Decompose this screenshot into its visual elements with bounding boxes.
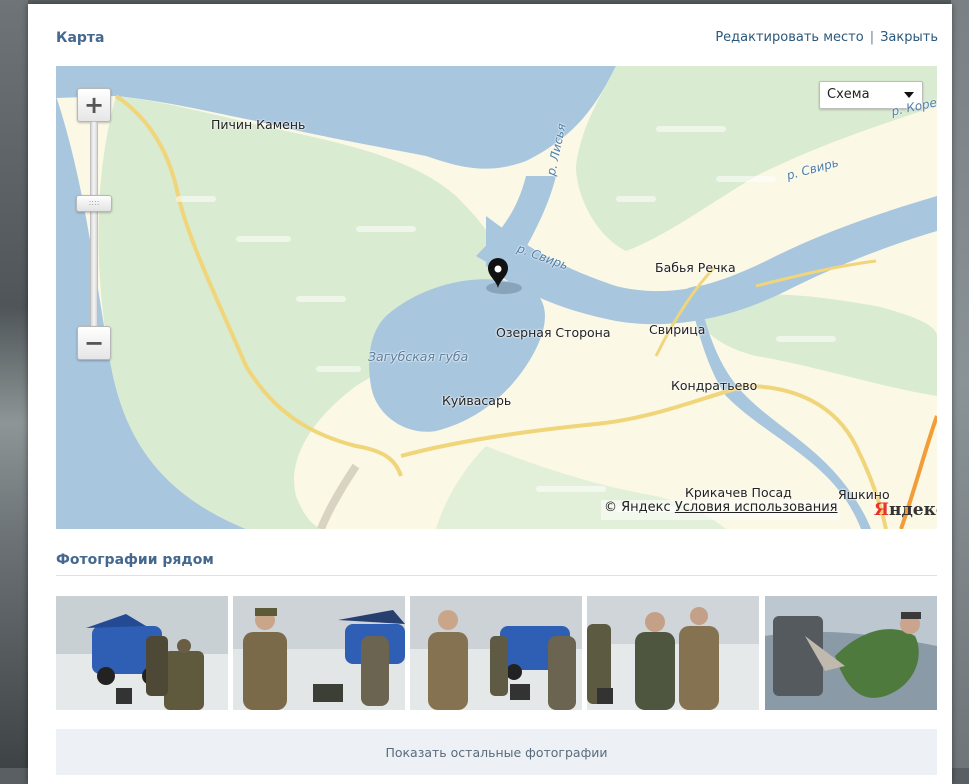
map-label-krikachev-posad: Крикачев Посад — [685, 485, 792, 500]
zoom-slider-handle[interactable]: :::: — [76, 195, 112, 212]
map-label-ozernaya-storona: Озерная Сторона — [496, 325, 611, 340]
zoom-slider-track[interactable] — [90, 121, 98, 347]
nearby-photos-title: Фотографии рядом — [56, 552, 214, 568]
photo-thumbnail[interactable] — [587, 596, 759, 710]
map-label-kondratyevo: Кондратьево — [671, 378, 758, 393]
map-layer-value: Схема — [827, 87, 870, 102]
header-links: Редактировать место | Закрыть — [715, 30, 938, 45]
map-canvas[interactable]: + :::: − Схема Пичин Камень р. Лисья р. … — [56, 66, 937, 529]
map-attribution: © Яндекс Условия использования — [601, 500, 841, 520]
show-more-photos-button[interactable]: Показать остальные фотографии — [56, 729, 937, 775]
edit-place-link[interactable]: Редактировать место — [715, 30, 863, 45]
zoom-out-button[interactable]: − — [77, 326, 111, 360]
page-backdrop-right — [951, 0, 969, 768]
photo-thumbnail[interactable] — [56, 596, 228, 710]
yandex-logo: Яндекс — [874, 500, 937, 520]
modal-header: Карта Редактировать место | Закрыть — [56, 30, 938, 50]
map-label-babya-rechka: Бабья Речка — [655, 260, 736, 275]
page-backdrop-left — [0, 0, 28, 768]
section-divider — [56, 575, 937, 576]
map-label-zagubskaya-guba: Загубская губа — [368, 349, 469, 364]
photo-thumbnail[interactable] — [233, 596, 405, 710]
chevron-down-icon — [904, 92, 914, 98]
nearby-photos-strip — [56, 596, 937, 710]
close-link[interactable]: Закрыть — [880, 30, 938, 45]
terms-of-use-link[interactable]: Условия использования — [675, 500, 838, 515]
photo-thumbnail[interactable] — [410, 596, 582, 710]
copyright-text: © Яндекс — [604, 500, 671, 515]
header-separator: | — [869, 30, 875, 45]
modal-title: Карта — [56, 30, 105, 46]
zoom-in-button[interactable]: + — [77, 88, 111, 122]
map-label-svirica: Свирица — [649, 322, 706, 337]
photo-thumbnail[interactable] — [765, 596, 937, 710]
map-background — [56, 66, 937, 529]
map-label-pichin-kamen: Пичин Камень — [211, 117, 306, 132]
map-label-kuyvasar: Куйвасарь — [442, 393, 512, 408]
